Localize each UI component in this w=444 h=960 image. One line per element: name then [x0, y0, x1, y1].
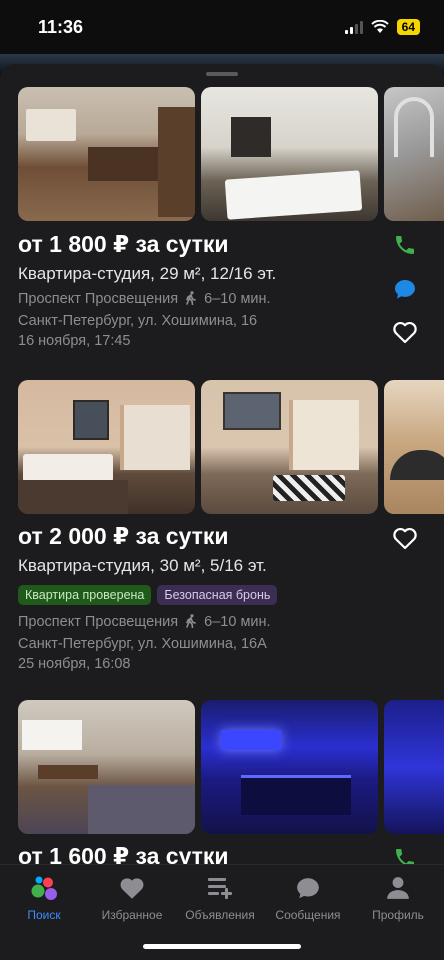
status-bar: 11:36 64 [0, 0, 444, 54]
listing-price[interactable]: от 1 800 ₽ за сутки [18, 231, 229, 258]
person-icon [354, 873, 442, 903]
tab-search[interactable]: Поиск [0, 873, 88, 922]
phone-icon[interactable] [391, 231, 419, 259]
photo-gallery[interactable] [18, 87, 444, 221]
metro-station: Проспект Просвещения [18, 614, 179, 630]
search-dots-icon [0, 873, 88, 903]
tab-label: Профиль [372, 908, 424, 922]
listing-photo[interactable] [201, 87, 378, 221]
listing-price[interactable]: от 2 000 ₽ за сутки [18, 523, 229, 550]
listing-address: Санкт-Петербург, ул. Хошимина, 16 [18, 313, 258, 329]
listing-badges: Квартира проверена Безопасная бронь [18, 585, 278, 605]
listing-photo[interactable] [384, 700, 444, 834]
listing-price[interactable]: от 1 600 ₽ за сутки [18, 843, 229, 864]
listing-address: Санкт-Петербург, ул. Хошимина, 16А [18, 636, 267, 652]
cellular-signal-icon [344, 20, 363, 34]
chat-icon[interactable] [391, 275, 419, 303]
favorite-heart-icon[interactable] [391, 318, 419, 346]
listing-photo[interactable] [201, 700, 378, 834]
metro-station: Проспект Просвещения [18, 291, 179, 307]
tab-label: Избранное [101, 908, 163, 922]
tab-label: Сообщения [275, 908, 341, 922]
listing-photo[interactable] [384, 380, 444, 514]
status-time: 11:36 [38, 17, 84, 37]
tab-profile[interactable]: Профиль [354, 873, 442, 922]
walking-icon [186, 614, 196, 628]
safe-booking-badge: Безопасная бронь [157, 585, 278, 605]
listing-photo[interactable] [18, 380, 195, 514]
listing-photo[interactable] [384, 87, 444, 221]
chat-bubble-icon [264, 873, 352, 903]
phone-icon[interactable] [391, 844, 419, 864]
tab-listings[interactable]: Объявления [176, 873, 264, 922]
wifi-icon [370, 20, 389, 33]
favorite-heart-icon[interactable] [391, 524, 419, 552]
listing-photo[interactable] [201, 380, 378, 514]
listing-metro: Проспект Просвещения 6–10 мин. [18, 291, 271, 307]
listing-subtitle: Квартира-студия, 30 м², 5/16 эт. [18, 556, 267, 575]
home-indicator[interactable] [143, 944, 301, 949]
status-icons: 64 [344, 19, 420, 35]
list-plus-icon [176, 873, 264, 903]
battery-indicator: 64 [396, 19, 420, 35]
photo-gallery[interactable] [18, 380, 444, 514]
sheet-grabber[interactable] [206, 72, 238, 76]
photo-gallery[interactable] [18, 700, 444, 834]
listing-photo[interactable] [18, 700, 195, 834]
listing-photo[interactable] [18, 87, 195, 221]
listing-subtitle: Квартира-студия, 29 м², 12/16 эт. [18, 264, 277, 283]
listing-date: 25 ноября, 16:08 [18, 656, 131, 672]
listing-metro: Проспект Просвещения 6–10 мин. [18, 614, 271, 630]
tab-favorites[interactable]: Избранное [88, 873, 176, 922]
heart-icon [88, 873, 176, 903]
tab-messages[interactable]: Сообщения [264, 873, 352, 922]
results-sheet[interactable]: от 1 800 ₽ за сутки Квартира-студия, 29 … [0, 64, 444, 864]
walking-icon [186, 291, 196, 305]
tab-label: Объявления [185, 908, 255, 922]
tab-label: Поиск [27, 908, 61, 922]
verified-badge: Квартира проверена [18, 585, 152, 605]
walk-time: 6–10 мин. [204, 614, 271, 630]
walk-time: 6–10 мин. [204, 291, 271, 307]
listing-date: 16 ноября, 17:45 [18, 333, 131, 349]
